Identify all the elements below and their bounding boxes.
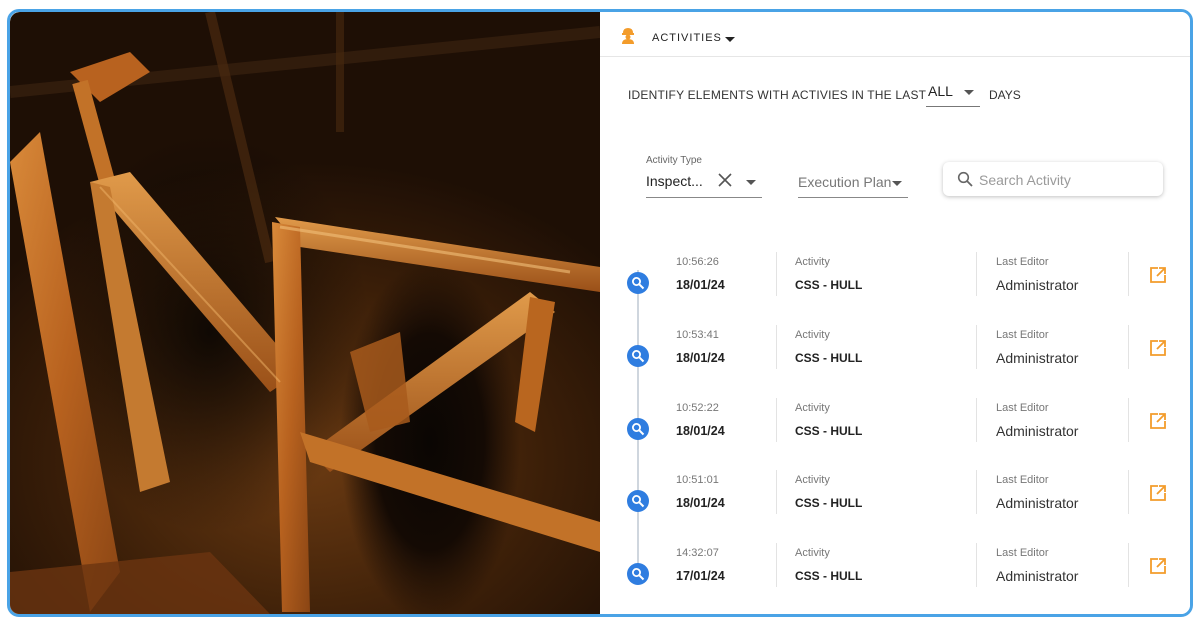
row-editor: Administrator: [996, 277, 1079, 293]
divider: [776, 543, 777, 587]
divider: [1128, 398, 1129, 442]
inspect-marker[interactable]: [627, 563, 649, 585]
magnifier-icon: [632, 350, 645, 363]
magnifier-icon: [632, 277, 645, 290]
open-external-icon[interactable]: [1149, 484, 1167, 502]
row-time: 10:51:01: [676, 474, 719, 486]
magnifier-icon: [632, 423, 645, 436]
divider: [776, 325, 777, 369]
search-box: [943, 162, 1163, 196]
activity-column-label: Activity: [795, 402, 830, 414]
row-editor: Administrator: [996, 568, 1079, 584]
row-date: 18/01/24: [676, 351, 725, 365]
search-icon: [957, 171, 973, 187]
chevron-down-icon[interactable]: [725, 37, 735, 42]
last-editor-column-label: Last Editor: [996, 547, 1049, 559]
divider: [1128, 470, 1129, 514]
divider: [976, 252, 977, 296]
activity-type-value: Inspect...: [646, 173, 703, 189]
activities-menu[interactable]: ACTIVITIES: [652, 32, 722, 44]
divider: [1128, 325, 1129, 369]
activity-column-label: Activity: [795, 547, 830, 559]
activity-column-label: Activity: [795, 256, 830, 268]
inspect-marker[interactable]: [627, 345, 649, 367]
divider: [776, 470, 777, 514]
period-select-value: ALL: [928, 83, 953, 99]
row-activity: CSS - HULL: [795, 496, 863, 510]
chevron-down-icon: [964, 90, 974, 95]
divider: [976, 470, 977, 514]
open-external-icon[interactable]: [1149, 266, 1167, 284]
chevron-down-icon[interactable]: [746, 180, 756, 185]
inspect-marker[interactable]: [627, 418, 649, 440]
row-editor: Administrator: [996, 423, 1079, 439]
row-date: 18/01/24: [676, 496, 725, 510]
magnifier-icon: [632, 568, 645, 581]
search-input[interactable]: [977, 168, 1151, 192]
activity-column-label: Activity: [795, 474, 830, 486]
inspection-photo: [10, 12, 600, 614]
corroded-structure-image: [10, 12, 600, 614]
row-time: 10:52:22: [676, 402, 719, 414]
row-time: 10:53:41: [676, 329, 719, 341]
period-select[interactable]: ALL: [926, 80, 980, 107]
activity-row: 10:56:26 18/01/24 Activity CSS - HULL La…: [600, 252, 1190, 308]
divider: [976, 543, 977, 587]
activity-row: 10:52:22 18/01/24 Activity CSS - HULL La…: [600, 398, 1190, 454]
row-activity: CSS - HULL: [795, 424, 863, 438]
divider: [976, 398, 977, 442]
row-date: 18/01/24: [676, 278, 725, 292]
last-editor-column-label: Last Editor: [996, 329, 1049, 341]
activity-row: 10:53:41 18/01/24 Activity CSS - HULL La…: [600, 325, 1190, 381]
divider: [976, 325, 977, 369]
row-date: 17/01/24: [676, 569, 725, 583]
activity-type-select[interactable]: Activity Type Inspect...: [646, 155, 762, 198]
magnifier-icon: [632, 495, 645, 508]
divider: [776, 398, 777, 442]
app-frame: ACTIVITIES IDENTIFY ELEMENTS WITH ACTIVI…: [7, 9, 1193, 617]
close-icon[interactable]: [718, 173, 732, 187]
row-editor: Administrator: [996, 350, 1079, 366]
activity-row: 14:32:07 17/01/24 Activity CSS - HULL La…: [600, 543, 1190, 599]
row-date: 18/01/24: [676, 424, 725, 438]
divider: [776, 252, 777, 296]
activity-row: 10:51:01 18/01/24 Activity CSS - HULL La…: [600, 470, 1190, 526]
last-editor-column-label: Last Editor: [996, 256, 1049, 268]
open-external-icon[interactable]: [1149, 557, 1167, 575]
period-prefix: IDENTIFY ELEMENTS WITH ACTIVIES IN THE L…: [628, 88, 927, 102]
inspect-marker[interactable]: [627, 272, 649, 294]
activities-panel: ACTIVITIES IDENTIFY ELEMENTS WITH ACTIVI…: [600, 12, 1190, 614]
row-editor: Administrator: [996, 495, 1079, 511]
last-editor-column-label: Last Editor: [996, 474, 1049, 486]
last-editor-column-label: Last Editor: [996, 402, 1049, 414]
panel-header: ACTIVITIES: [600, 12, 1190, 57]
inspect-marker[interactable]: [627, 490, 649, 512]
row-activity: CSS - HULL: [795, 569, 863, 583]
row-time: 10:56:26: [676, 256, 719, 268]
divider: [1128, 252, 1129, 296]
activity-column-label: Activity: [795, 329, 830, 341]
execution-plan-select[interactable]: Execution Plan: [798, 172, 908, 198]
period-suffix: DAYS: [989, 88, 1021, 102]
chevron-down-icon: [892, 181, 902, 186]
row-time: 14:32:07: [676, 547, 719, 559]
row-activity: CSS - HULL: [795, 278, 863, 292]
divider: [1128, 543, 1129, 587]
row-activity: CSS - HULL: [795, 351, 863, 365]
open-external-icon[interactable]: [1149, 339, 1167, 357]
worker-icon: [622, 28, 634, 44]
execution-plan-placeholder: Execution Plan: [798, 174, 892, 190]
activity-type-label: Activity Type: [646, 155, 702, 166]
open-external-icon[interactable]: [1149, 412, 1167, 430]
